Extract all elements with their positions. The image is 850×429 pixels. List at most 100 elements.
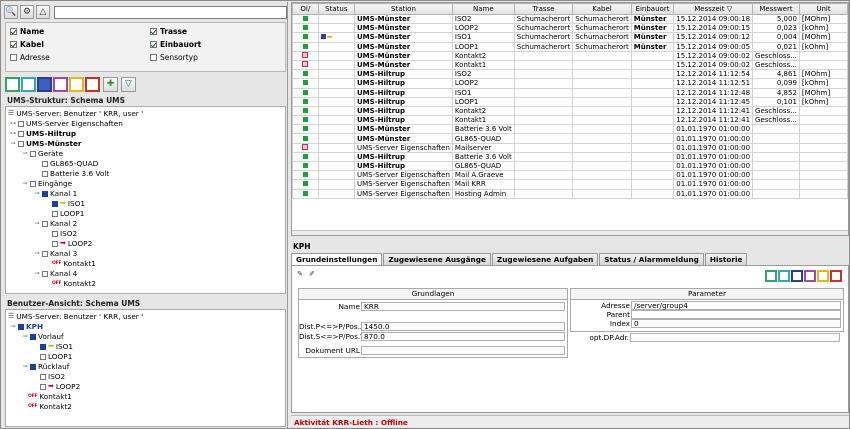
table-row[interactable]: UMS-Münster Kontakt2 15.12.2014 09:00:02 Ge… bbox=[292, 50, 848, 61]
uv-loop2[interactable]: ➡ LOOP2 bbox=[40, 382, 80, 391]
tree-iso2[interactable]: ISO2 bbox=[52, 229, 77, 238]
col-header-trasse[interactable]: Trasse bbox=[513, 3, 574, 15]
color-swatch-green[interactable] bbox=[5, 76, 20, 92]
color-swatch-teal[interactable] bbox=[21, 76, 36, 92]
expand-icon[interactable]: ⊶ bbox=[10, 129, 16, 138]
uv-iso1[interactable]: ➡ ISO1 bbox=[40, 342, 73, 351]
table-row[interactable]: UMS-Hiltrup ISO2 12.12.2014 11:12:54 4,861[… bbox=[292, 69, 848, 80]
collapse-icon[interactable]: ⊸ bbox=[10, 139, 16, 148]
filter-kabel[interactable]: Kabel bbox=[10, 40, 44, 49]
filter-trasse[interactable]: Trasse bbox=[150, 27, 187, 36]
tree-kanal1[interactable]: ⊸ Kanal 1 bbox=[34, 189, 77, 198]
color-swatch-purple[interactable] bbox=[53, 76, 68, 92]
collapse-icon[interactable]: ⊸ bbox=[22, 149, 28, 158]
uv-kontakt1[interactable]: OFF Kontakt1 bbox=[28, 392, 72, 401]
collapse-icon[interactable]: ⊸ bbox=[34, 249, 40, 258]
tree-iso1[interactable]: ➡ ISO1 bbox=[52, 199, 85, 208]
collapse-icon[interactable]: ⊸ bbox=[22, 362, 28, 371]
tree-loop2[interactable]: ➡ LOOP2 bbox=[52, 239, 92, 248]
uv-ruecklauf[interactable]: ⊸ Rücklauf bbox=[22, 362, 69, 371]
col-header-kabel[interactable]: Kabel bbox=[572, 3, 632, 15]
edit-icon[interactable]: ✎ bbox=[295, 269, 305, 279]
uv-vorlauf[interactable]: ⊸ Vorlauf bbox=[22, 332, 63, 341]
col-header-ok[interactable]: Ol/ bbox=[292, 3, 319, 15]
color-swatch-teal[interactable] bbox=[778, 270, 790, 282]
collapse-icon[interactable]: ⊸ bbox=[10, 322, 16, 331]
table-row[interactable]: UMS-Server Eigenschaften Mail A.Graeve 01.… bbox=[292, 170, 848, 181]
filter-sensortyp-checkbox[interactable] bbox=[150, 54, 157, 61]
col-header-messwert[interactable]: Messwert bbox=[752, 3, 800, 15]
tree-server[interactable]: ☰ UMS-Server: Benutzer ' KRR, user ' bbox=[8, 109, 143, 118]
table-row[interactable]: UMS-Münster GL865-QUAD 01.01.1970 01:00:00 bbox=[292, 133, 848, 144]
col-header-status[interactable]: Status bbox=[317, 3, 356, 15]
table-row[interactable]: UMS-Hiltrup ISO1 12.12.2014 11:12:48 4,852[… bbox=[292, 87, 848, 98]
add-plus-icon[interactable]: ✚ bbox=[103, 76, 118, 92]
posy-field[interactable]: 870.0 bbox=[361, 332, 565, 341]
collapse-icon[interactable]: ⊸ bbox=[34, 189, 40, 198]
table-row[interactable]: UMS-Münster LOOP1 Schumacherort Schumachero… bbox=[292, 41, 848, 52]
tree-geraete[interactable]: ⊸ Geräte bbox=[22, 149, 62, 158]
filter-adresse[interactable]: Adresse bbox=[10, 53, 50, 62]
tree-hiltrup[interactable]: ⊶ UMS-Hiltrup bbox=[10, 129, 76, 138]
parent-field[interactable] bbox=[631, 310, 841, 319]
tree-kanal2[interactable]: ⊸ Kanal 2 bbox=[34, 219, 77, 228]
funnel-filter-icon[interactable]: ▽ bbox=[121, 76, 136, 92]
table-row[interactable]: UMS-Server Eigenschaften Hosting Admin 01.… bbox=[292, 188, 848, 199]
color-swatch-blue[interactable] bbox=[791, 270, 803, 282]
filter-einbauort[interactable]: Einbauort bbox=[150, 40, 201, 49]
edit-copy-icon[interactable]: ✐ bbox=[307, 269, 317, 279]
col-header-name[interactable]: Name bbox=[451, 3, 515, 15]
table-row[interactable]: UMS-Server Eigenschaften Mailserver 01.01.… bbox=[292, 142, 848, 153]
color-swatch-blue[interactable] bbox=[37, 76, 52, 92]
tree-loop1[interactable]: LOOP1 bbox=[52, 209, 84, 218]
table-row[interactable]: UMS-Münster ISO2 Schumacherort Schumacheror… bbox=[292, 13, 848, 25]
tree-eingaenge[interactable]: ⊸ Eingänge bbox=[22, 179, 72, 188]
tab-zugewiesene-ausgaenge[interactable]: Zugewiesene Ausgänge bbox=[383, 253, 491, 265]
posx-field[interactable]: 1450.0 bbox=[361, 322, 565, 331]
collapse-icon[interactable]: ⊸ bbox=[22, 332, 28, 341]
filter-kabel-checkbox[interactable] bbox=[10, 41, 17, 48]
horizontal-scrollbar[interactable] bbox=[292, 230, 848, 235]
uv-kph[interactable]: ⊸ KPH bbox=[10, 322, 43, 331]
table-row[interactable]: UMS-Münster Kontakt1 15.12.2014 09:00:02 Ge… bbox=[292, 59, 848, 71]
table-row[interactable]: UMS-Hiltrup LOOP2 12.12.2014 11:12:51 0,099… bbox=[292, 78, 848, 89]
table-row[interactable]: ➡ UMS-Münster ISO1 Schumacherort Schumachero… bbox=[292, 32, 848, 43]
col-header-einbauort[interactable]: Einbauort bbox=[630, 3, 675, 15]
dp-field[interactable] bbox=[630, 333, 840, 342]
col-header-station[interactable]: Station bbox=[354, 3, 453, 15]
table-row[interactable]: UMS-Münster LOOP2 Schumacherort Schumachero… bbox=[292, 23, 848, 34]
tree-muenster[interactable]: ⊸ UMS-Münster bbox=[10, 139, 81, 148]
tree-kanal3[interactable]: ⊸ Kanal 3 bbox=[34, 249, 77, 258]
adresse-field[interactable]: /server/group4 bbox=[631, 301, 841, 310]
search-icon[interactable]: 🔍 bbox=[4, 5, 18, 19]
search-settings-icon[interactable]: ⚙ bbox=[20, 5, 34, 19]
collapse-icon[interactable]: ⊸ bbox=[34, 269, 40, 278]
color-swatch-green[interactable] bbox=[765, 270, 777, 282]
index-field[interactable]: 0 bbox=[631, 319, 841, 328]
table-row[interactable]: UMS-Hiltrup Kontakt2 12.12.2014 11:12:41 Ge… bbox=[292, 105, 848, 117]
col-header-unit[interactable]: Unit bbox=[798, 3, 848, 15]
table-row[interactable]: UMS-Hiltrup Kontakt1 12.12.2014 11:12:41 Ge… bbox=[292, 115, 848, 126]
tab-grundeinstellungen[interactable]: Grundeinstellungen bbox=[291, 253, 383, 265]
table-row[interactable]: UMS-Hiltrup LOOP1 12.12.2014 11:12:45 0,101… bbox=[292, 96, 848, 107]
table-row[interactable]: UMS-Hiltrup Batterie 3.6 Volt 01.01.1970 0… bbox=[292, 151, 848, 163]
uv-iso2[interactable]: ISO2 bbox=[40, 372, 65, 381]
tree-kanal4[interactable]: ⊸ Kanal 4 bbox=[34, 269, 77, 278]
color-swatch-red[interactable] bbox=[85, 76, 100, 92]
filter-trasse-checkbox[interactable] bbox=[150, 28, 157, 35]
tab-status-alarmmeldung[interactable]: Status / Alarmmeldung bbox=[599, 253, 704, 265]
search-input[interactable] bbox=[54, 5, 287, 19]
color-swatch-purple[interactable] bbox=[804, 270, 816, 282]
name-field[interactable]: KRR bbox=[361, 302, 565, 311]
filter-name-checkbox[interactable] bbox=[10, 28, 17, 35]
color-swatch-red[interactable] bbox=[830, 270, 842, 282]
color-swatch-yellow[interactable] bbox=[69, 76, 84, 92]
tree-kontakt2[interactable]: OFF Kontakt2 bbox=[52, 279, 96, 288]
expand-icon[interactable]: ⊶ bbox=[10, 119, 16, 128]
collapse-icon[interactable]: ⊸ bbox=[34, 219, 40, 228]
filter-adresse-checkbox[interactable] bbox=[10, 54, 17, 61]
tree-batterie[interactable]: Batterie 3.6 Volt bbox=[42, 169, 109, 178]
uv-loop1[interactable]: LOOP1 bbox=[40, 352, 72, 361]
color-swatch-yellow[interactable] bbox=[817, 270, 829, 282]
tab-zugewiesene-aufgaben[interactable]: Zugewiesene Aufgaben bbox=[491, 253, 599, 265]
